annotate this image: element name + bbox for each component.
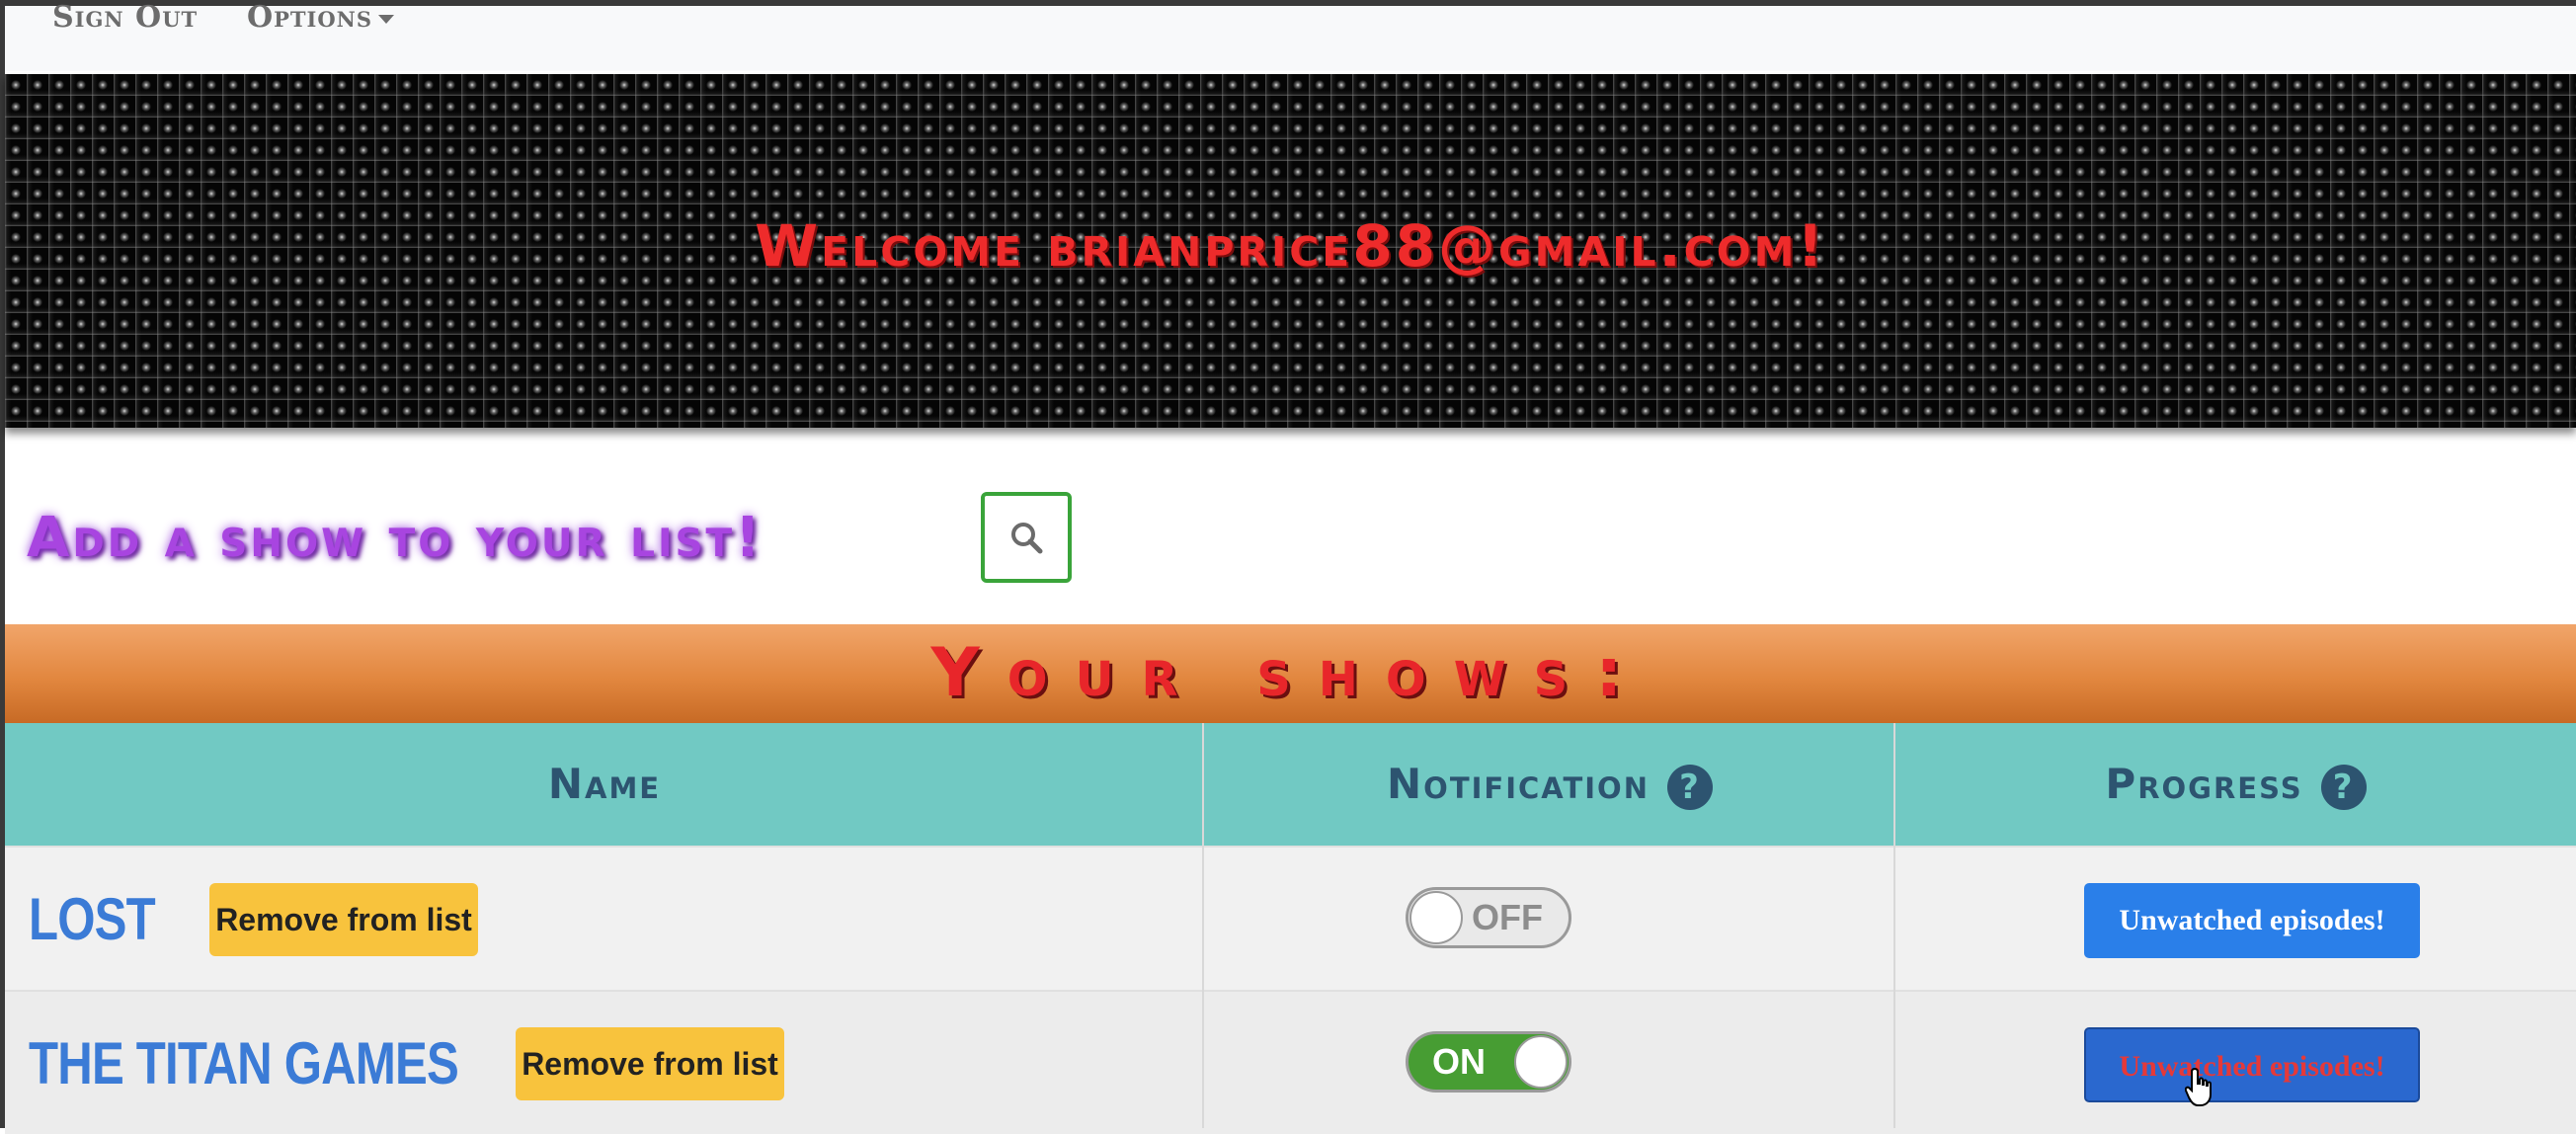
top-navbar: Sign Out Options: [5, 3, 2576, 71]
table-row: THE TITAN GAMES Remove from list ON Unwa…: [5, 990, 2576, 1134]
search-button[interactable]: [981, 492, 1072, 583]
column-header-notification: Notification?: [1204, 723, 1895, 846]
remove-from-list-button[interactable]: Remove from list: [209, 883, 478, 956]
toggle-state-label: OFF: [1472, 897, 1543, 937]
toggle-state-label: ON: [1432, 1041, 1486, 1082]
caret-down-icon: [378, 14, 395, 24]
column-divider: [1893, 723, 1895, 1128]
help-icon[interactable]: ?: [1666, 764, 1713, 810]
options-dropdown[interactable]: Options: [247, 3, 395, 33]
column-header-name: Name: [5, 723, 1204, 846]
welcome-banner: Welcome brianprice88@gmail.com!: [5, 74, 2576, 428]
hand-cursor-icon: [2185, 1067, 2212, 1106]
column-header-label: Notification: [1387, 760, 1650, 808]
table-header: Name Notification? Progress?: [5, 723, 2576, 846]
column-header-label: Name: [547, 760, 662, 808]
column-header-label: Progress: [2105, 760, 2303, 808]
unwatched-episodes-button[interactable]: Unwatched episodes!: [2084, 1027, 2420, 1102]
toggle-knob: [1514, 1035, 1568, 1089]
add-show-heading: Add a show to your list!: [27, 506, 764, 570]
your-shows-header: Your shows:: [5, 624, 2576, 723]
show-name: THE TITAN GAMES: [29, 1030, 459, 1096]
unwatched-episodes-button[interactable]: Unwatched episodes!: [2084, 883, 2420, 958]
notification-toggle[interactable]: OFF: [1406, 887, 1571, 948]
options-label: Options: [247, 0, 373, 35]
column-header-progress: Progress?: [1895, 723, 2576, 846]
notification-toggle[interactable]: ON: [1406, 1031, 1571, 1093]
toggle-knob: [1409, 891, 1463, 944]
help-icon[interactable]: ?: [2320, 764, 2367, 810]
welcome-title: Welcome brianprice88@gmail.com!: [755, 212, 1826, 280]
table-row: LOST Remove from list OFF Unwatched epis…: [5, 846, 2576, 990]
remove-from-list-button[interactable]: Remove from list: [516, 1027, 784, 1100]
sign-out-link[interactable]: Sign Out: [52, 3, 198, 33]
search-icon: [1011, 523, 1043, 554]
column-divider: [1202, 723, 1204, 1128]
show-name: LOST: [29, 886, 156, 952]
your-shows-title: Your shows:: [930, 634, 1650, 712]
